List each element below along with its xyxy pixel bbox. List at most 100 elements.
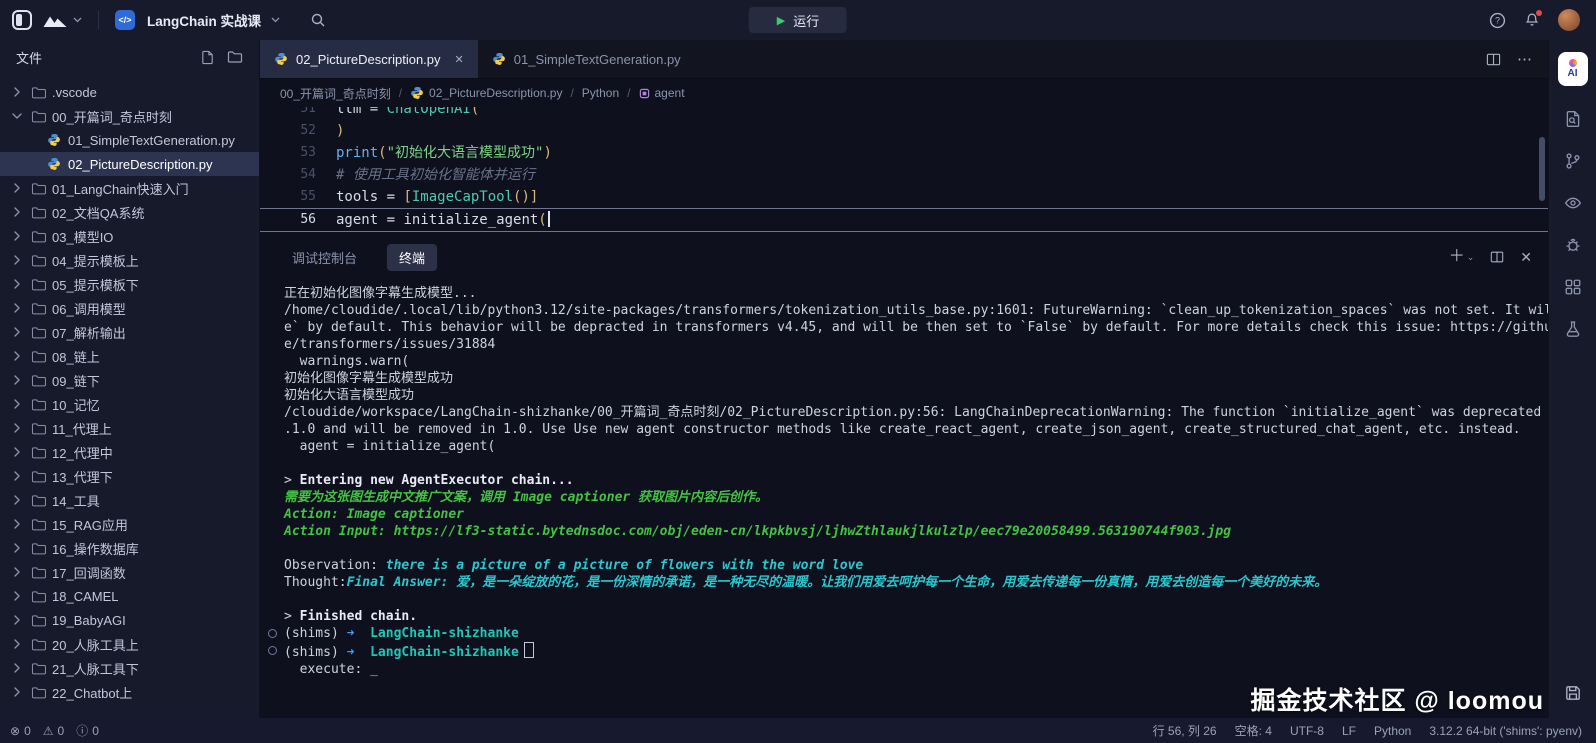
apps-grid-icon[interactable] <box>1564 278 1582 296</box>
code-line: 53print("初始化大语言模型成功") <box>260 142 1548 164</box>
tree-folder-item[interactable]: 19_BabyAGI <box>0 608 259 632</box>
notifications-bell-icon[interactable] <box>1524 12 1540 28</box>
tree-file-item[interactable]: 02_PictureDescription.py <box>0 152 259 176</box>
chevron-icon <box>12 615 24 625</box>
code-editor[interactable]: 51llm = ChatOpenAI(52)53print("初始化大语言模型成… <box>260 107 1548 239</box>
tree-folder-item[interactable]: 14_工具 <box>0 488 259 512</box>
split-editor-icon[interactable] <box>1486 52 1501 67</box>
terminal-line: 初始化大语言模型成功 <box>284 387 1532 404</box>
info-count[interactable]: ⓘ0 <box>76 722 99 739</box>
breadcrumb-item[interactable]: agent <box>639 86 685 100</box>
breadcrumb-label: Python <box>582 86 619 100</box>
terminal-line: (shims) ➜ LangChain-shizhanke <box>284 642 1532 661</box>
tree-folder-item[interactable]: 11_代理上 <box>0 416 259 440</box>
tree-folder-item[interactable]: 10_记忆 <box>0 392 259 416</box>
tree-folder-item[interactable]: .vscode <box>0 80 259 104</box>
tree-file-item[interactable]: 01_SimpleTextGeneration.py <box>0 128 259 152</box>
close-panel-icon[interactable]: ✕ <box>1520 250 1532 264</box>
tree-folder-item[interactable]: 20_人脉工具上 <box>0 632 259 656</box>
tree-folder-item[interactable]: 03_模型IO <box>0 224 259 248</box>
editor-scrollbar[interactable] <box>1539 137 1545 201</box>
tree-item-label: 17_回调函数 <box>52 563 126 582</box>
tab-debug-console[interactable]: 调试控制台 <box>280 244 369 271</box>
project-name[interactable]: LangChain 实战课 <box>147 10 261 30</box>
editor-area: 02_PictureDescription.py✕01_SimpleTextGe… <box>260 40 1548 718</box>
tree-folder-item[interactable]: 08_链上 <box>0 344 259 368</box>
tab-bar: 02_PictureDescription.py✕01_SimpleTextGe… <box>260 40 1548 79</box>
explorer-title: 文件 <box>16 48 42 67</box>
editor-tab[interactable]: 02_PictureDescription.py✕ <box>260 40 478 78</box>
python-file-icon <box>46 133 62 147</box>
brand-logo[interactable] <box>42 13 82 28</box>
chevron-down-icon[interactable] <box>271 17 280 23</box>
app-menu-icon[interactable] <box>12 10 32 30</box>
help-icon[interactable]: ? <box>1489 12 1506 29</box>
folder-icon <box>30 374 46 387</box>
folder-icon <box>30 638 46 651</box>
ai-assistant-button[interactable]: AI <box>1558 52 1588 86</box>
new-file-icon[interactable] <box>200 50 215 65</box>
tree-folder-item[interactable]: 13_代理下 <box>0 464 259 488</box>
top-bar: </> LangChain 实战课 ▶ 运行 ? <box>0 0 1596 40</box>
code-line: 51llm = ChatOpenAI( <box>260 107 1548 120</box>
tree-item-label: .vscode <box>52 85 97 100</box>
tree-folder-item[interactable]: 15_RAG应用 <box>0 512 259 536</box>
breadcrumb-item[interactable]: Python <box>582 86 619 100</box>
tree-folder-item[interactable]: 21_人脉工具下 <box>0 656 259 680</box>
terminal-line: execute: _ <box>284 661 1532 678</box>
save-icon[interactable] <box>1564 684 1582 702</box>
tree-folder-item[interactable]: 02_文档QA系统 <box>0 200 259 224</box>
chevron-icon <box>12 687 24 697</box>
debug-bug-icon[interactable] <box>1564 236 1582 254</box>
chevron-icon <box>12 111 24 121</box>
python-file-icon <box>410 86 424 100</box>
close-tab-icon[interactable]: ✕ <box>455 53 464 66</box>
breadcrumb-item[interactable]: 00_开篇词_奇点时刻 <box>280 85 391 102</box>
split-panel-icon[interactable] <box>1490 250 1504 264</box>
new-folder-icon[interactable] <box>227 50 243 65</box>
python-interpreter[interactable]: 3.12.2 64-bit ('shims': pyenv) <box>1429 724 1582 738</box>
tree-folder-item[interactable]: 06_调用模型 <box>0 296 259 320</box>
terminal-line: Observation: there is a picture of a pic… <box>284 557 1532 574</box>
tree-folder-item[interactable]: 04_提示模板上 <box>0 248 259 272</box>
warning-count[interactable]: ⚠0 <box>43 724 64 738</box>
more-actions-icon[interactable]: ⋯ <box>1517 50 1532 68</box>
chevron-icon <box>12 519 24 529</box>
tree-folder-item[interactable]: 16_操作数据库 <box>0 536 259 560</box>
tree-folder-item[interactable]: 18_CAMEL <box>0 584 259 608</box>
encoding[interactable]: UTF-8 <box>1290 724 1324 738</box>
preview-eye-icon[interactable] <box>1564 194 1582 212</box>
folder-icon <box>30 350 46 363</box>
chevron-icon <box>12 447 24 457</box>
tab-terminal[interactable]: 终端 <box>387 244 437 271</box>
chevron-icon <box>12 399 24 409</box>
error-count[interactable]: ⊗0 <box>10 724 31 738</box>
tree-item-label: 14_工具 <box>52 491 100 510</box>
indentation[interactable]: 空格: 4 <box>1235 722 1272 739</box>
eol[interactable]: LF <box>1342 724 1356 738</box>
tree-folder-item[interactable]: 00_开篇词_奇点时刻 <box>0 104 259 128</box>
tree-folder-item[interactable]: 09_链下 <box>0 368 259 392</box>
python-file-icon <box>492 52 506 66</box>
git-branch-icon[interactable] <box>1564 152 1582 170</box>
editor-tab[interactable]: 01_SimpleTextGeneration.py <box>478 40 695 78</box>
run-button[interactable]: ▶ 运行 <box>749 7 847 33</box>
avatar[interactable] <box>1558 9 1580 31</box>
breadcrumb-item[interactable]: 02_PictureDescription.py <box>410 86 562 100</box>
language-mode[interactable]: Python <box>1374 724 1411 738</box>
tree-folder-item[interactable]: 17_回调函数 <box>0 560 259 584</box>
test-flask-icon[interactable] <box>1564 320 1582 338</box>
tree-folder-item[interactable]: 22_Chatbot上 <box>0 680 259 704</box>
file-search-icon[interactable] <box>1564 110 1582 128</box>
tree-folder-item[interactable]: 01_LangChain快速入门 <box>0 176 259 200</box>
new-terminal-icon[interactable]: ＋⌄ <box>1449 249 1475 265</box>
cursor-position[interactable]: 行 56, 列 26 <box>1153 722 1217 739</box>
tree-folder-item[interactable]: 12_代理中 <box>0 440 259 464</box>
search-icon[interactable] <box>310 12 326 28</box>
terminal-output[interactable]: 正在初始化图像字幕生成模型.../home/cloudide/.local/li… <box>260 275 1548 718</box>
tree-folder-item[interactable]: 07_解析输出 <box>0 320 259 344</box>
tree-folder-item[interactable]: 05_提示模板下 <box>0 272 259 296</box>
tree-item-label: 13_代理下 <box>52 467 113 486</box>
folder-icon <box>30 614 46 627</box>
terminal-line <box>284 591 1532 608</box>
